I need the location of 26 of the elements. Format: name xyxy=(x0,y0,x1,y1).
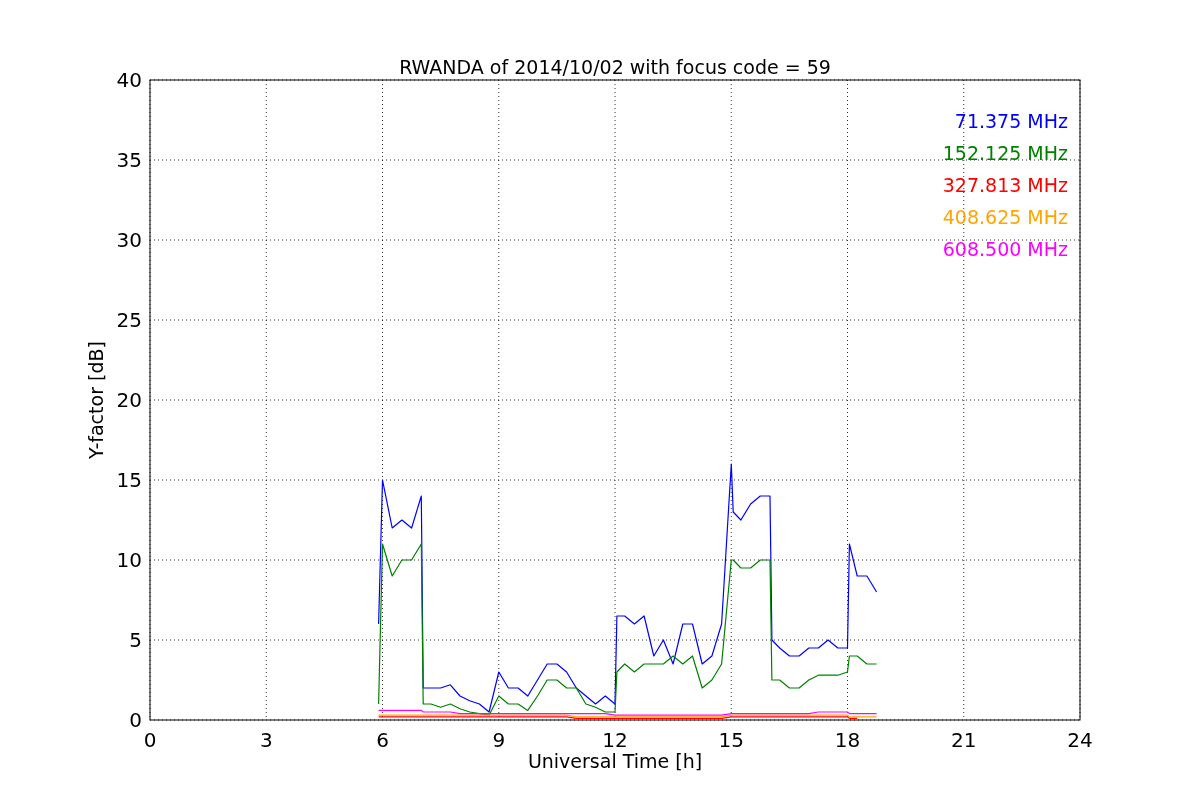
x-tick-label: 0 xyxy=(143,728,157,752)
chart-title: RWANDA of 2014/10/02 with focus code = 59 xyxy=(399,56,831,78)
y-tick-label: 25 xyxy=(116,308,142,332)
y-axis-label: Y-factor [dB] xyxy=(85,341,107,459)
x-tick-label: 3 xyxy=(259,728,273,752)
y-tick-label: 40 xyxy=(116,68,142,92)
x-tick-label: 9 xyxy=(492,728,506,752)
x-tick-label: 18 xyxy=(834,728,861,752)
y-tick-label: 10 xyxy=(116,548,142,572)
y-tick-label: 5 xyxy=(129,628,142,652)
legend-label: 152.125 MHz xyxy=(942,142,1068,164)
y-tick-label: 30 xyxy=(116,228,142,252)
y-tick-label: 0 xyxy=(129,708,142,732)
y-tick-label: 15 xyxy=(116,468,142,492)
x-axis-label: Universal Time [h] xyxy=(527,750,703,772)
legend-label: 608.500 MHz xyxy=(942,238,1068,260)
x-tick-label: 21 xyxy=(951,728,977,752)
legend-label: 71.375 MHz xyxy=(954,110,1068,132)
legend-label: 327.813 MHz xyxy=(942,174,1068,196)
y-tick-label: 35 xyxy=(116,148,142,172)
x-tick-label: 24 xyxy=(1067,728,1093,752)
x-tick-label: 12 xyxy=(602,728,628,752)
legend-label: 408.625 MHz xyxy=(942,206,1068,228)
y-tick-label: 20 xyxy=(116,388,142,412)
x-tick-label: 15 xyxy=(718,728,744,752)
x-tick-label: 6 xyxy=(376,728,389,752)
